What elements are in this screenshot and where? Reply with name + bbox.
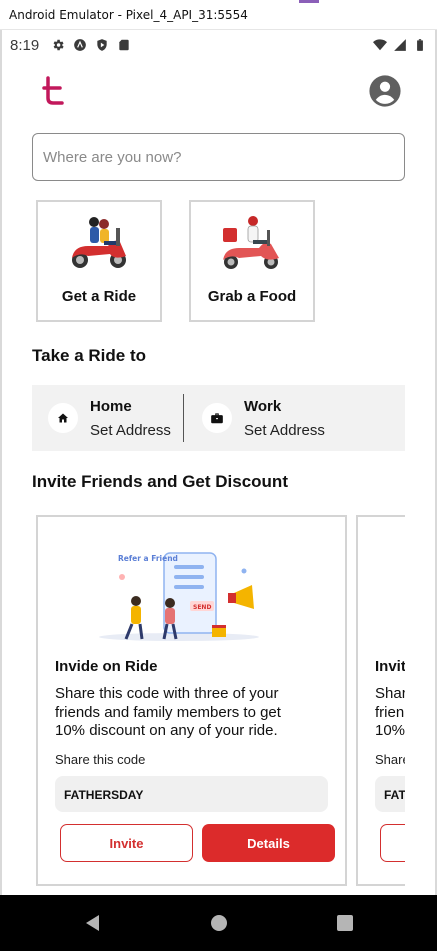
- details-button[interactable]: Details: [202, 824, 335, 862]
- promo-card-next[interactable]: Invit Shar frien 10% Share FAT: [356, 515, 405, 886]
- saved-places-bar: Home Set Address Work Set Address: [32, 385, 405, 451]
- brand-t-logo[interactable]: [40, 76, 66, 106]
- home-label: Home: [90, 397, 132, 415]
- promo-code-field[interactable]: FATHERSDAY: [55, 776, 328, 812]
- emulator-title-bar: Android Emulator - Pixel_4_API_31:5554: [0, 0, 437, 30]
- delivery-scooter-illustration: [223, 216, 279, 269]
- home-circle-icon[interactable]: [207, 911, 231, 935]
- share-code-label: Share: [375, 752, 405, 767]
- left-edge: [0, 30, 2, 895]
- share-code-label: Share this code: [55, 752, 146, 767]
- gear-icon: [53, 39, 64, 51]
- invite-button[interactable]: [380, 824, 405, 862]
- emulator-title: Android Emulator - Pixel_4_API_31:5554: [9, 8, 248, 22]
- system-navigation-bar: [0, 895, 437, 951]
- invite-button[interactable]: Invite: [60, 824, 193, 862]
- refer-a-friend-illustration: SEND Refer a Friend: [99, 552, 259, 641]
- app-header: [0, 70, 437, 115]
- take-a-ride-heading: Take a Ride to: [32, 346, 146, 365]
- home-set-address: Set Address: [90, 421, 171, 439]
- promo-description: Shar frien 10%: [375, 685, 405, 741]
- send-art-text: SEND: [193, 604, 211, 611]
- grab-a-food-label: Grab a Food: [207, 288, 297, 305]
- promo-card: SEND Refer a Friend Invide on Ride Share…: [36, 515, 347, 886]
- location-search-field[interactable]: [32, 133, 405, 181]
- promo-description-line: 10% discount on any of your ride.: [55, 722, 278, 739]
- briefcase-icon: [202, 403, 232, 433]
- work-address-item[interactable]: Work Set Address: [184, 385, 325, 451]
- home-icon: [48, 403, 78, 433]
- wifi-icon: [373, 39, 387, 51]
- account-circle-icon[interactable]: [368, 74, 402, 108]
- recents-square-icon[interactable]: [333, 911, 357, 935]
- back-triangle-icon[interactable]: [81, 911, 105, 935]
- promo-description-line: friends and family members to get: [55, 703, 281, 721]
- promo-carousel[interactable]: SEND Refer a Friend Invide on Ride Share…: [32, 512, 405, 888]
- get-a-ride-card[interactable]: Get a Ride: [36, 200, 162, 322]
- sd-card-icon: [119, 39, 129, 51]
- promo-description-line: 10%: [375, 722, 405, 739]
- grab-a-food-card[interactable]: Grab a Food: [189, 200, 315, 322]
- android-icon: [74, 39, 87, 51]
- promo-description-line: Share this code with three of your: [55, 685, 279, 702]
- signal-icon: [394, 39, 406, 51]
- status-time: 8:19: [10, 36, 40, 54]
- location-search-input[interactable]: [33, 134, 404, 180]
- battery-icon: [417, 39, 423, 51]
- promo-description: Share this code with three of your frien…: [55, 685, 325, 741]
- promo-code-field[interactable]: FAT: [375, 776, 405, 812]
- promo-description-line: Shar: [375, 685, 405, 702]
- play-protect-icon: [97, 39, 107, 51]
- home-address-item[interactable]: Home Set Address: [32, 385, 183, 451]
- refer-a-friend-art-text: Refer a Friend: [118, 554, 178, 563]
- get-a-ride-label: Get a Ride: [61, 288, 137, 305]
- title-accent: [299, 0, 319, 3]
- promo-title: Invide on Ride: [55, 658, 158, 675]
- promo-title: Invit: [375, 658, 405, 675]
- work-set-address: Set Address: [244, 421, 325, 439]
- status-bar: 8:19: [2, 30, 435, 60]
- promo-description-line: frien: [375, 703, 405, 721]
- scooter-riders-illustration: [72, 217, 126, 268]
- invite-friends-heading: Invite Friends and Get Discount: [32, 472, 288, 491]
- work-label: Work: [244, 397, 282, 415]
